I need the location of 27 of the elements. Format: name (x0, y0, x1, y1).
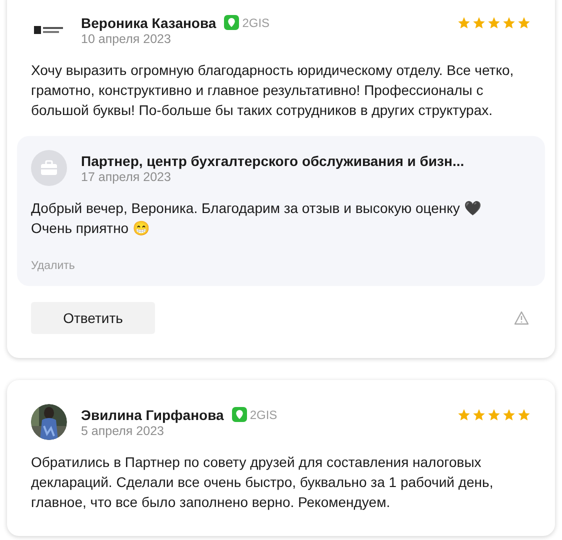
logo-icon (34, 24, 64, 36)
source-label: 2GIS (242, 16, 270, 30)
briefcase-icon (40, 160, 58, 176)
review-date: 10 апреля 2023 (81, 32, 172, 46)
reply-text: Добрый вечер, Вероника. Благодарим за отзыв и высокую оценку 🖤 Очень приятно 😁 (31, 199, 482, 238)
reply-date: 17 апреля 2023 (81, 170, 172, 184)
star-icon (502, 408, 516, 422)
company-name: Партнер, центр бухгалтерского обслуживания и бизн... (81, 152, 466, 168)
star-icon (502, 16, 516, 30)
review-text: Хочу выразить огромную благодарность юридическому отделу. Все четко, грамотно, конструктивно и главное результативно! Профессионалы с большой буквы! По-больше бы таких сотрудников в других структурах. (31, 61, 515, 120)
author-name: Вероника Казанова (81, 14, 216, 30)
author-name: Эвилина Гирфанова (81, 406, 224, 422)
star-icon (517, 16, 531, 30)
star-icon (457, 408, 471, 422)
star-icon (472, 16, 486, 30)
star-icon (472, 408, 486, 422)
star-icon (487, 16, 501, 30)
review-date: 5 апреля 2023 (81, 424, 165, 438)
map-pin-icon (232, 407, 247, 422)
map-pin-icon (224, 15, 240, 30)
review-text: Обратились в Партнер по совету друзей для составления налоговых деклараций. Сделали все очень быстро, буквально за 1 рабочий день, главное, что все было заполнено верно. Рекомендуем. (31, 453, 494, 512)
warning-icon[interactable] (514, 311, 529, 325)
reply-button[interactable]: Ответить (31, 302, 155, 334)
star-icon (517, 408, 531, 422)
star-icon (487, 408, 501, 422)
source-label: 2GIS (250, 408, 278, 422)
star-icon (457, 16, 471, 30)
